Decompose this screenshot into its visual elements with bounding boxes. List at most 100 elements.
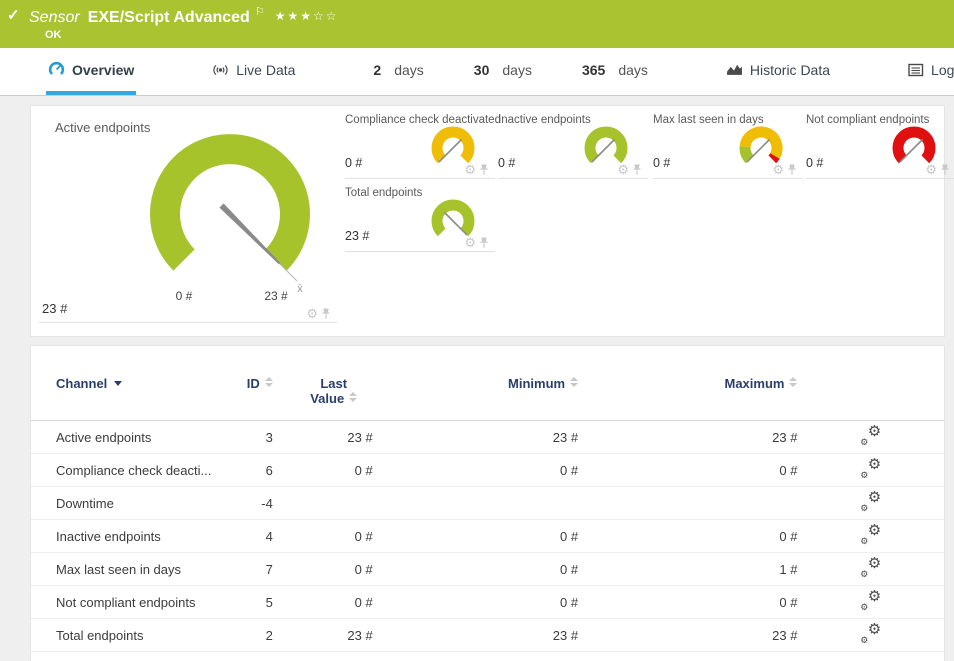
- pin-icon[interactable]: [479, 236, 489, 249]
- channel-name[interactable]: Not compliant endpoints: [31, 586, 223, 619]
- channel-settings-icon[interactable]: ⚙⚙: [860, 460, 881, 478]
- gear-icon: ⚙: [868, 589, 881, 604]
- tab-overview[interactable]: Overview: [46, 48, 136, 95]
- tab-bar: Overview Live Data 2 days 30 days 365 da…: [0, 48, 954, 96]
- channels-panel: Channel ID Last Value Minimum: [30, 345, 945, 661]
- column-header-minimum[interactable]: Minimum: [373, 376, 578, 421]
- gear-icon: ⚙: [868, 556, 881, 571]
- tab-number: 2: [373, 62, 381, 78]
- gear-icon: ⚙: [860, 438, 868, 447]
- sort-icon: [265, 377, 273, 387]
- sensor-status-header: ✓ SensorEXE/Script Advanced⚐★★★☆☆ OK: [0, 0, 954, 48]
- channel-last-value: 0 #: [273, 553, 373, 586]
- channel-minimum: 0 #: [373, 586, 578, 619]
- table-row[interactable]: Total endpoints 2 23 # 23 # 23 # ⚙⚙: [31, 619, 944, 652]
- column-header-last-value[interactable]: Last Value: [273, 376, 373, 421]
- gear-icon: ⚙: [860, 603, 868, 612]
- channel-maximum: 0 #: [578, 454, 797, 487]
- channel-minimum: 23 #: [373, 619, 578, 652]
- gear-icon[interactable]: ⚙: [617, 163, 629, 176]
- column-header-channel[interactable]: Channel: [31, 376, 223, 421]
- channel-name[interactable]: Compliance check deacti...: [31, 454, 223, 487]
- pin-icon[interactable]: [479, 163, 489, 176]
- sensor-title: EXE/Script Advanced: [88, 9, 250, 26]
- gauge-value: 23 #: [42, 301, 67, 316]
- tab-number: 30: [474, 62, 490, 78]
- channel-settings-icon[interactable]: ⚙⚙: [860, 559, 881, 577]
- table-row[interactable]: Active endpoints 3 23 # 23 # 23 # ⚙⚙: [31, 421, 944, 454]
- pin-icon[interactable]: [321, 307, 331, 320]
- channel-id: 4: [223, 520, 273, 553]
- gauge-value: 0 #: [653, 156, 670, 170]
- tab-label: days: [394, 62, 424, 78]
- channel-name[interactable]: Active endpoints: [31, 421, 223, 454]
- gear-icon: ⚙: [868, 490, 881, 505]
- check-icon: ✓: [7, 6, 20, 24]
- channel-maximum: 23 #: [578, 619, 797, 652]
- gear-icon[interactable]: ⚙: [306, 307, 318, 320]
- sort-icon: [789, 377, 797, 387]
- area-chart-icon: [726, 62, 743, 77]
- gear-icon: ⚙: [868, 622, 881, 637]
- priority-stars[interactable]: ★★★☆☆: [275, 9, 339, 23]
- column-header-id[interactable]: ID: [223, 376, 273, 421]
- tab-live-data[interactable]: Live Data: [210, 48, 297, 95]
- channel-last-value: 23 #: [273, 619, 373, 652]
- gear-icon: ⚙: [860, 504, 868, 513]
- gear-icon[interactable]: ⚙: [464, 163, 476, 176]
- channel-minimum: 0 #: [373, 454, 578, 487]
- channel-id: -4: [223, 487, 273, 520]
- gear-icon[interactable]: ⚙: [772, 163, 784, 176]
- table-row[interactable]: Downtime -4 ⚙⚙: [31, 487, 944, 520]
- tab-label: days: [618, 62, 648, 78]
- gauge-icon: [48, 61, 65, 78]
- tab-30-days[interactable]: 30 days: [472, 48, 534, 95]
- channel-id: 2: [223, 619, 273, 652]
- channel-maximum: 0 #: [578, 520, 797, 553]
- tab-label: Live Data: [236, 62, 295, 78]
- channel-settings-icon[interactable]: ⚙⚙: [860, 526, 881, 544]
- channel-settings-icon[interactable]: ⚙⚙: [860, 427, 881, 445]
- table-row[interactable]: Not compliant endpoints 5 0 # 0 # 0 # ⚙⚙: [31, 586, 944, 619]
- gauge-compliance-check-deactivated: Compliance check deactivated 0 # ⚙: [345, 114, 495, 179]
- channel-name[interactable]: Inactive endpoints: [31, 520, 223, 553]
- column-label: Minimum: [508, 376, 565, 391]
- gauge-chart: x̄ 0 # 23 #: [130, 121, 330, 311]
- tab-2-days[interactable]: 2 days: [371, 48, 425, 95]
- gauge-not-compliant-endpoints: Not compliant endpoints 0 # ⚙: [806, 114, 954, 179]
- table-row[interactable]: Inactive endpoints 4 0 # 0 # 0 # ⚙⚙: [31, 520, 944, 553]
- channel-maximum: [578, 487, 797, 520]
- pin-icon[interactable]: [787, 163, 797, 176]
- gauge-active-endpoints: Active endpoints x̄ 0 # 23 # 23 # ⚙: [39, 114, 337, 323]
- pin-icon[interactable]: [940, 163, 950, 176]
- channel-name[interactable]: Total endpoints: [31, 619, 223, 652]
- channel-minimum: [373, 487, 578, 520]
- table-row[interactable]: Compliance check deacti... 6 0 # 0 # 0 #…: [31, 454, 944, 487]
- tab-365-days[interactable]: 365 days: [580, 48, 650, 95]
- gear-icon[interactable]: ⚙: [925, 163, 937, 176]
- channel-last-value: 0 #: [273, 586, 373, 619]
- channel-minimum: 0 #: [373, 520, 578, 553]
- table-row[interactable]: Max last seen in days 7 0 # 0 # 1 # ⚙⚙: [31, 553, 944, 586]
- channel-name[interactable]: Downtime: [31, 487, 223, 520]
- tab-label: days: [502, 62, 532, 78]
- channel-name[interactable]: Max last seen in days: [31, 553, 223, 586]
- channel-maximum: 0 #: [578, 586, 797, 619]
- tab-number: 365: [582, 62, 605, 78]
- channel-settings-icon[interactable]: ⚙⚙: [860, 493, 881, 511]
- pin-icon[interactable]: [632, 163, 642, 176]
- channel-id: 7: [223, 553, 273, 586]
- log-icon: [908, 63, 924, 77]
- column-header-maximum[interactable]: Maximum: [578, 376, 797, 421]
- gear-icon: ⚙: [868, 523, 881, 538]
- tab-historic-data[interactable]: Historic Data: [724, 48, 832, 95]
- flag-icon[interactable]: ⚐: [255, 6, 265, 18]
- status-badge: OK: [45, 29, 62, 41]
- gauge-max-last-seen-in-days: Max last seen in days 0 # ⚙: [653, 114, 803, 179]
- gauge-title: Total endpoints: [345, 187, 422, 199]
- gear-icon: ⚙: [868, 424, 881, 439]
- tab-log[interactable]: Log: [906, 48, 954, 95]
- channel-settings-icon[interactable]: ⚙⚙: [860, 625, 881, 643]
- gear-icon[interactable]: ⚙: [464, 236, 476, 249]
- channel-settings-icon[interactable]: ⚙⚙: [860, 592, 881, 610]
